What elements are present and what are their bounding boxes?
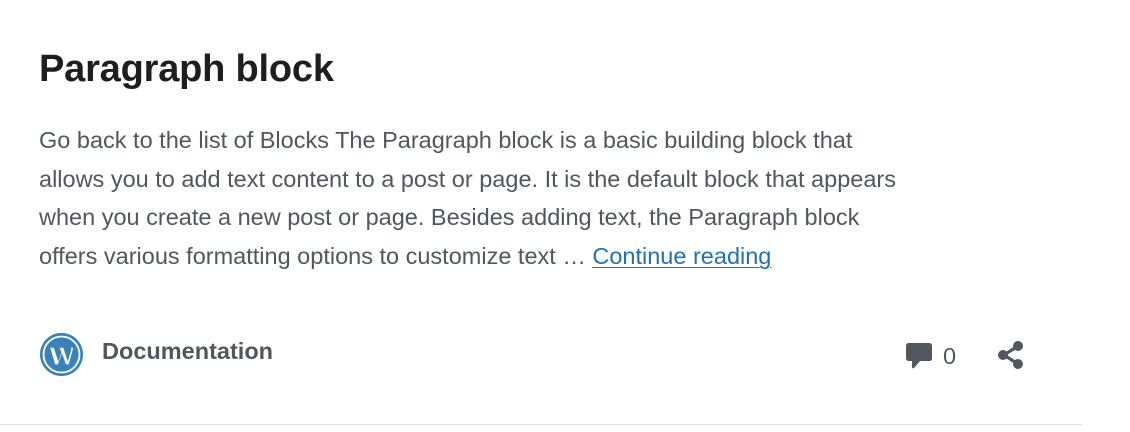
post-card: Paragraph block Go back to the list of B… (0, 0, 1082, 425)
excerpt-line: allows you to add text content to a post… (39, 165, 896, 192)
post-excerpt: Go back to the list of Blocks The Paragr… (39, 121, 1039, 275)
wordpress-logo-icon (39, 332, 84, 376)
continue-reading-link[interactable]: Continue reading (592, 243, 771, 269)
excerpt-last-line: offers various formatting options to cus… (39, 237, 1039, 276)
post-footer: Documentation 0 (39, 331, 1029, 377)
share-icon (998, 341, 1023, 369)
comments-link[interactable]: 0 (905, 341, 956, 371)
comment-count: 0 (943, 343, 957, 369)
share-button[interactable] (995, 339, 1027, 371)
excerpt-line: offers various formatting options to cus… (39, 242, 593, 269)
post-title[interactable]: Paragraph block (39, 46, 334, 92)
category-link[interactable]: Documentation (39, 331, 273, 377)
excerpt-line: when you create a new post or page. Besi… (39, 204, 860, 230)
category-label: Documentation (102, 338, 274, 364)
comment-bubble-icon (906, 343, 932, 369)
excerpt-line: Go back to the list of Blocks The Paragr… (39, 127, 853, 153)
